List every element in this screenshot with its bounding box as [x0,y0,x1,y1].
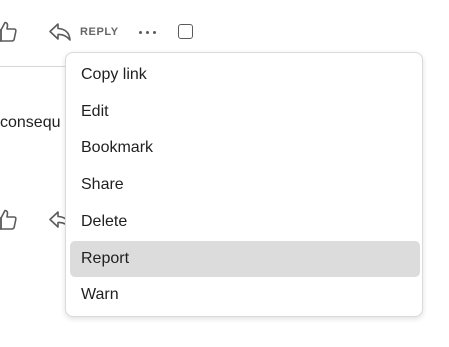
comment-thread: REPLY consequ Copy link Edit Bookmark Sh… [0,0,449,347]
menu-item-bookmark[interactable]: Bookmark [70,130,420,166]
menu-item-delete[interactable]: Delete [70,204,420,240]
comment-actions: REPLY [0,19,200,47]
select-checkbox[interactable] [178,24,193,39]
reply-button[interactable]: REPLY [80,26,119,38]
thumbs-up-icon[interactable] [0,207,20,233]
thumbs-up-icon[interactable] [0,19,20,45]
menu-item-report[interactable]: Report [70,241,420,277]
comment-actions-secondary [0,207,71,235]
menu-item-edit[interactable]: Edit [70,94,420,130]
comment-options-menu: Copy link Edit Bookmark Share Delete Rep… [65,52,423,317]
ellipsis-icon[interactable] [137,31,159,35]
comment-body: consequ [0,114,61,131]
divider [0,66,70,67]
menu-item-share[interactable]: Share [70,167,420,203]
reply-icon[interactable] [48,22,72,42]
menu-item-warn[interactable]: Warn [70,277,420,313]
menu-item-copy-link[interactable]: Copy link [70,57,420,93]
